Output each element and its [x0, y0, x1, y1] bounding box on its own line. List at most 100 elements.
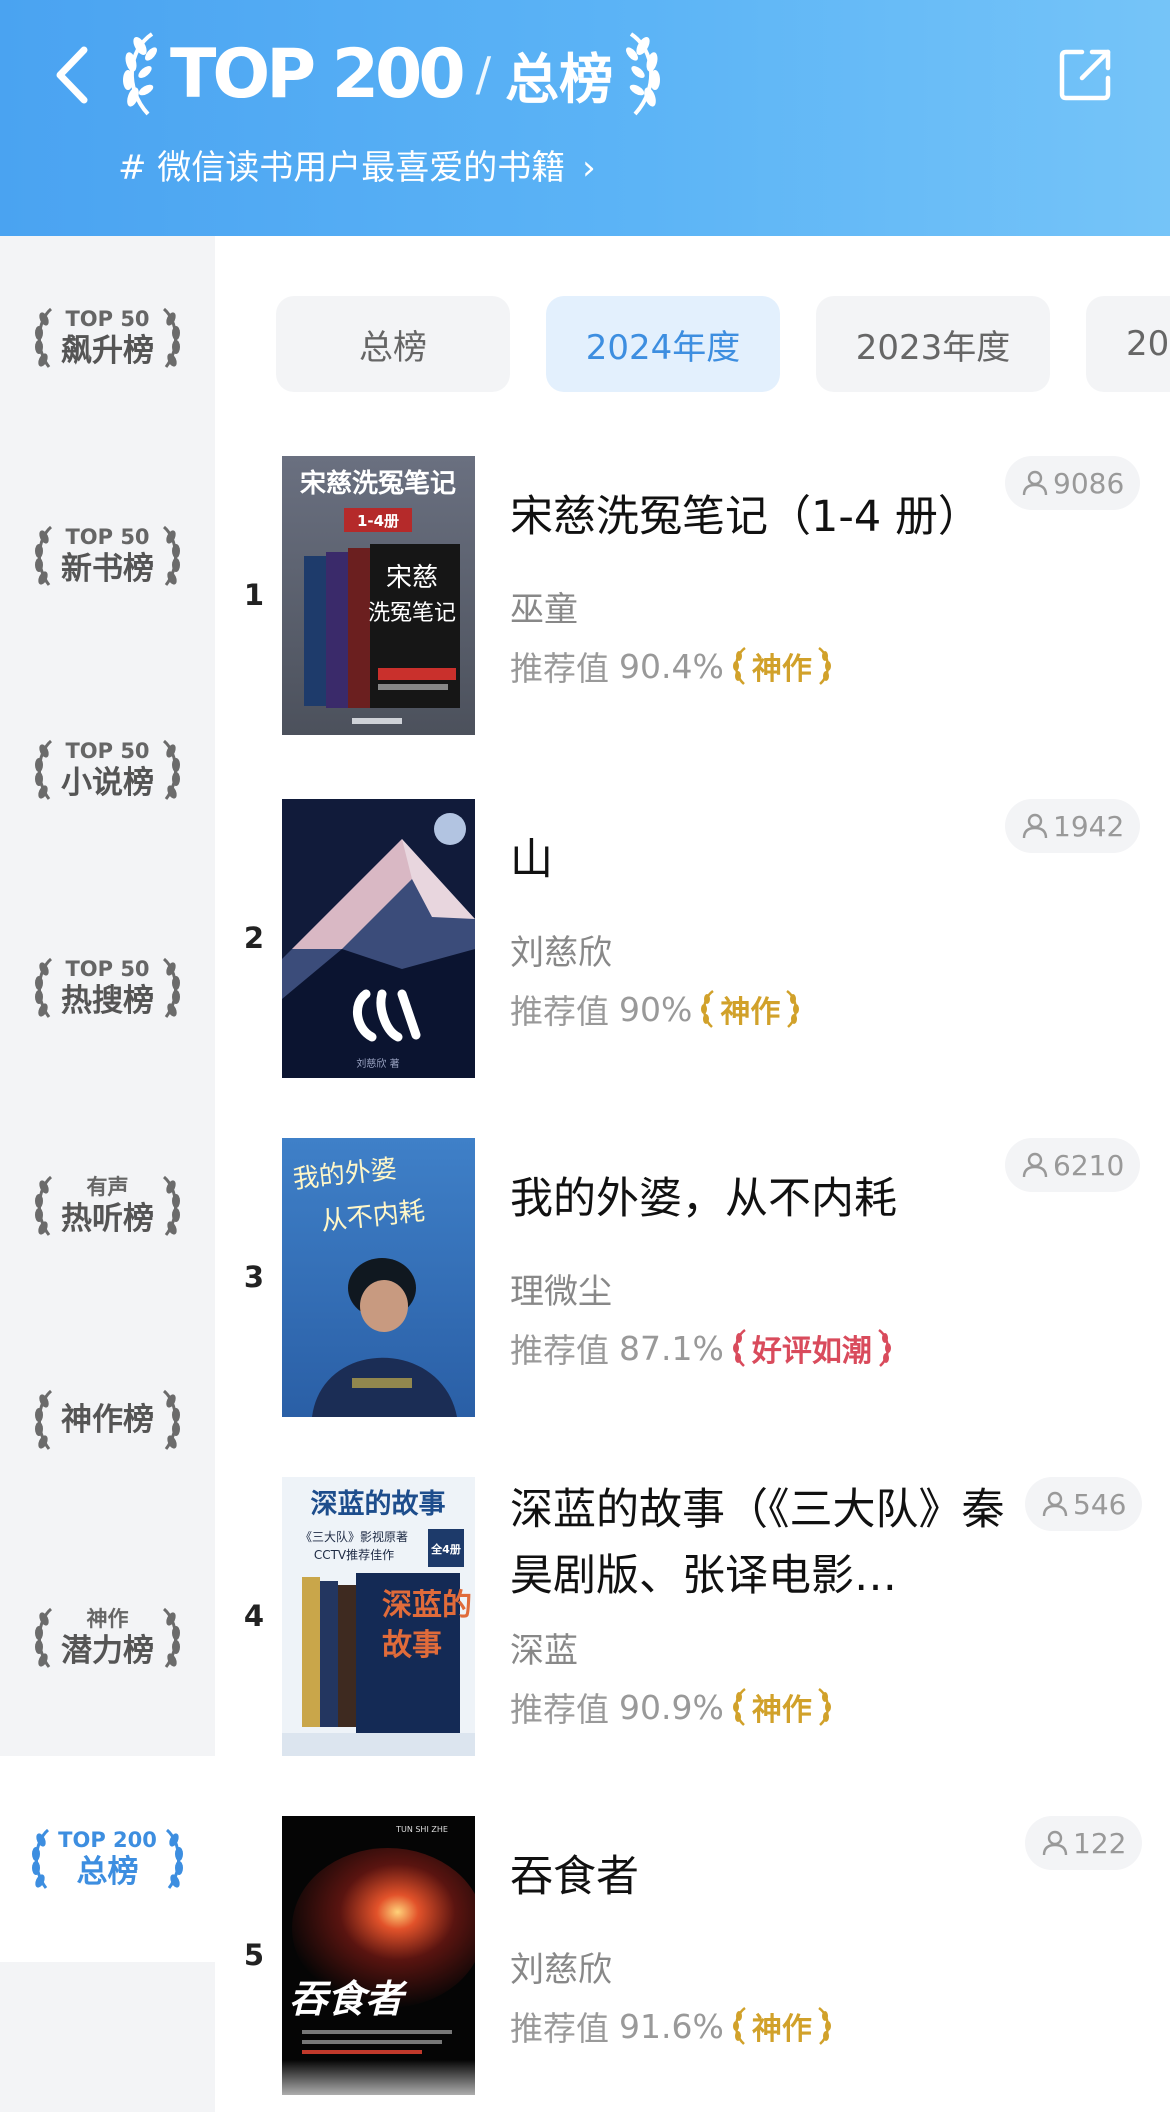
- sidebar-item-8[interactable]: TOP 200 总榜: [0, 1756, 215, 1962]
- recommend-label: 推荐值: [510, 1331, 609, 1370]
- title-top200: TOP 200: [170, 34, 466, 114]
- laurel-right-icon: [162, 1389, 180, 1450]
- book-title[interactable]: 我的外婆，从不内耗: [510, 1166, 1030, 1232]
- book-cover-2[interactable]: 刘慈欣 著: [282, 799, 475, 1078]
- laurel-left-icon: [732, 2006, 746, 2045]
- book-title[interactable]: 山: [510, 827, 1030, 893]
- book-author[interactable]: 刘慈欣: [510, 925, 612, 974]
- tab-202x[interactable]: 202: [1086, 296, 1170, 392]
- laurel-left-icon: [35, 1389, 53, 1450]
- laurel-right-icon: [818, 1687, 831, 1726]
- tab-2024[interactable]: 2024年度: [546, 296, 780, 392]
- subtitle-link[interactable]: # 微信读书用户最喜爱的书籍 ›: [118, 140, 596, 189]
- laurel-left-icon: [732, 1687, 746, 1726]
- recommend-score: 推荐值 90% 神作: [510, 985, 802, 1033]
- laurel-left-icon: [35, 307, 53, 368]
- cover-title: 宋慈洗冤笔记: [300, 468, 456, 499]
- book-item-4[interactable]: 4 深蓝的故事 《三大队》影视原著 CCTV推荐佳作 全4册 深蓝的 故事 深蓝…: [215, 1477, 1170, 1777]
- sidebar-item-2[interactable]: TOP 50 新书榜: [0, 496, 215, 616]
- laurel-left-icon: [35, 1607, 53, 1668]
- bottom-fade: [215, 2060, 1170, 2112]
- laurel-left-icon: [32, 1828, 50, 1889]
- laurel-right-icon: [626, 32, 661, 116]
- sidebar-item-label: 潜力榜: [61, 1633, 154, 1669]
- svg-text:深蓝的故事: 深蓝的故事: [311, 1488, 446, 1520]
- book-title[interactable]: 宋慈洗冤笔记（1-4 册）: [510, 484, 1030, 550]
- sidebar-item-4[interactable]: TOP 50 热搜榜: [0, 928, 215, 1048]
- svg-text:吞食者: 吞食者: [289, 1976, 408, 2021]
- rank-number: 5: [243, 1938, 265, 1972]
- acclaim-badge: 好评如潮: [730, 1326, 894, 1370]
- book-title[interactable]: 吞食者: [510, 1844, 1030, 1910]
- book-author[interactable]: 理微尘: [510, 1264, 612, 1313]
- svg-text:1-4册: 1-4册: [357, 512, 399, 530]
- book-title[interactable]: 深蓝的故事（《三大队》秦昊剧版、张译电影…: [510, 1477, 1030, 1609]
- rank-number: 4: [243, 1599, 265, 1633]
- header-bar: TOP 200 / 总榜 # 微信读书用户最喜爱的书籍 ›: [0, 0, 1170, 236]
- svg-text:洗冤笔记: 洗冤笔记: [368, 601, 456, 626]
- laurel-right-icon: [818, 646, 831, 685]
- laurel-right-icon: [878, 1328, 891, 1367]
- book-author[interactable]: 深蓝: [510, 1623, 578, 1672]
- book-author[interactable]: 刘慈欣: [510, 1942, 612, 1991]
- tab-overall[interactable]: 总榜: [276, 296, 510, 392]
- laurel-right-icon: [165, 1828, 183, 1889]
- book-author[interactable]: 巫童: [510, 582, 578, 631]
- laurel-left-icon: [732, 646, 746, 685]
- laurel-right-icon: [162, 525, 180, 586]
- person-icon: [1022, 1152, 1048, 1178]
- laurel-right-icon: [162, 1607, 180, 1668]
- share-icon[interactable]: [1056, 44, 1116, 104]
- recommend-score: 推荐值 90.9% 神作: [510, 1683, 834, 1731]
- svg-text:故事: 故事: [382, 1628, 442, 1663]
- sidebar-item-tag: TOP 50: [65, 957, 150, 981]
- recommend-label: 推荐值: [510, 1690, 609, 1729]
- reader-count: 122: [1025, 1816, 1143, 1870]
- sidebar-item-tag: TOP 200: [58, 1828, 157, 1852]
- sidebar-item-label: 热听榜: [61, 1201, 154, 1237]
- rank-number: 2: [243, 921, 265, 955]
- sidebar-item-7[interactable]: 神作 潜力榜: [0, 1578, 215, 1698]
- reader-count: 6210: [1005, 1138, 1141, 1192]
- book-cover-1[interactable]: 宋慈洗冤笔记 1-4册 宋慈 洗冤笔记: [282, 456, 475, 735]
- title-main: 总榜: [505, 47, 614, 111]
- person-icon: [1042, 1830, 1068, 1856]
- sidebar-item-3[interactable]: TOP 50 小说榜: [0, 710, 215, 830]
- book-cover-3[interactable]: 我的外婆 从不内耗: [282, 1138, 475, 1417]
- year-tabs: 总榜 2024年度 2023年度 202: [276, 296, 1170, 392]
- sidebar-item-5[interactable]: 有声 热听榜: [0, 1146, 215, 1266]
- book-item-3[interactable]: 3 我的外婆 从不内耗 我的外婆，从不内耗 理微尘 推荐值 87.1% 好评如潮…: [215, 1138, 1170, 1438]
- sidebar-item-label: 总榜: [76, 1854, 139, 1890]
- book-item-2[interactable]: 2 刘慈欣 著 山 刘慈欣 推荐值 90% 神作 1942: [215, 799, 1170, 1099]
- book-cover-4[interactable]: 深蓝的故事 《三大队》影视原著 CCTV推荐佳作 全4册 深蓝的 故事: [282, 1477, 475, 1756]
- chevron-left-icon[interactable]: [44, 40, 104, 110]
- svg-text:宋慈: 宋慈: [386, 563, 438, 593]
- sidebar-item-label: 新书榜: [61, 551, 154, 587]
- tab-2023[interactable]: 2023年度: [816, 296, 1050, 392]
- masterpiece-badge: 神作: [730, 2004, 834, 2048]
- recommend-value: 91.6%: [619, 2006, 724, 2046]
- masterpiece-badge: 神作: [698, 987, 802, 1031]
- sidebar-item-tag: 神作: [86, 1607, 129, 1631]
- book-cover-5[interactable]: TUN SHI ZHE 吞食者: [282, 1816, 475, 2095]
- sidebar-item-6[interactable]: 神作榜: [0, 1360, 215, 1480]
- ranking-badge: TOP 50 飙升榜: [31, 305, 184, 371]
- laurel-right-icon: [162, 307, 180, 368]
- svg-text:深蓝的: 深蓝的: [382, 1588, 472, 1623]
- person-icon: [1042, 1491, 1068, 1517]
- sidebar-item-tag: TOP 50: [65, 525, 150, 549]
- recommend-score: 推荐值 91.6% 神作: [510, 2002, 834, 2050]
- ranking-badge: 神作 潜力榜: [31, 1605, 184, 1671]
- laurel-left-icon: [35, 739, 53, 800]
- svg-text:TUN SHI ZHE: TUN SHI ZHE: [395, 1825, 448, 1834]
- ranking-badge: TOP 200 总榜: [28, 1826, 187, 1892]
- sidebar-item-label: 热搜榜: [61, 983, 154, 1019]
- laurel-right-icon: [162, 739, 180, 800]
- sidebar-item-1[interactable]: TOP 50 飙升榜: [0, 278, 215, 398]
- masterpiece-badge: 神作: [730, 1685, 834, 1729]
- sidebar-item-label: 神作榜: [61, 1402, 154, 1438]
- svg-text:刘慈欣 著: 刘慈欣 著: [356, 1057, 399, 1070]
- book-item-1[interactable]: 1 宋慈洗冤笔记 1-4册 宋慈 洗冤笔记 宋慈洗冤笔记（1-4 册） 巫童 推…: [215, 456, 1170, 756]
- laurel-left-icon: [701, 989, 715, 1028]
- recommend-label: 推荐值: [510, 649, 609, 688]
